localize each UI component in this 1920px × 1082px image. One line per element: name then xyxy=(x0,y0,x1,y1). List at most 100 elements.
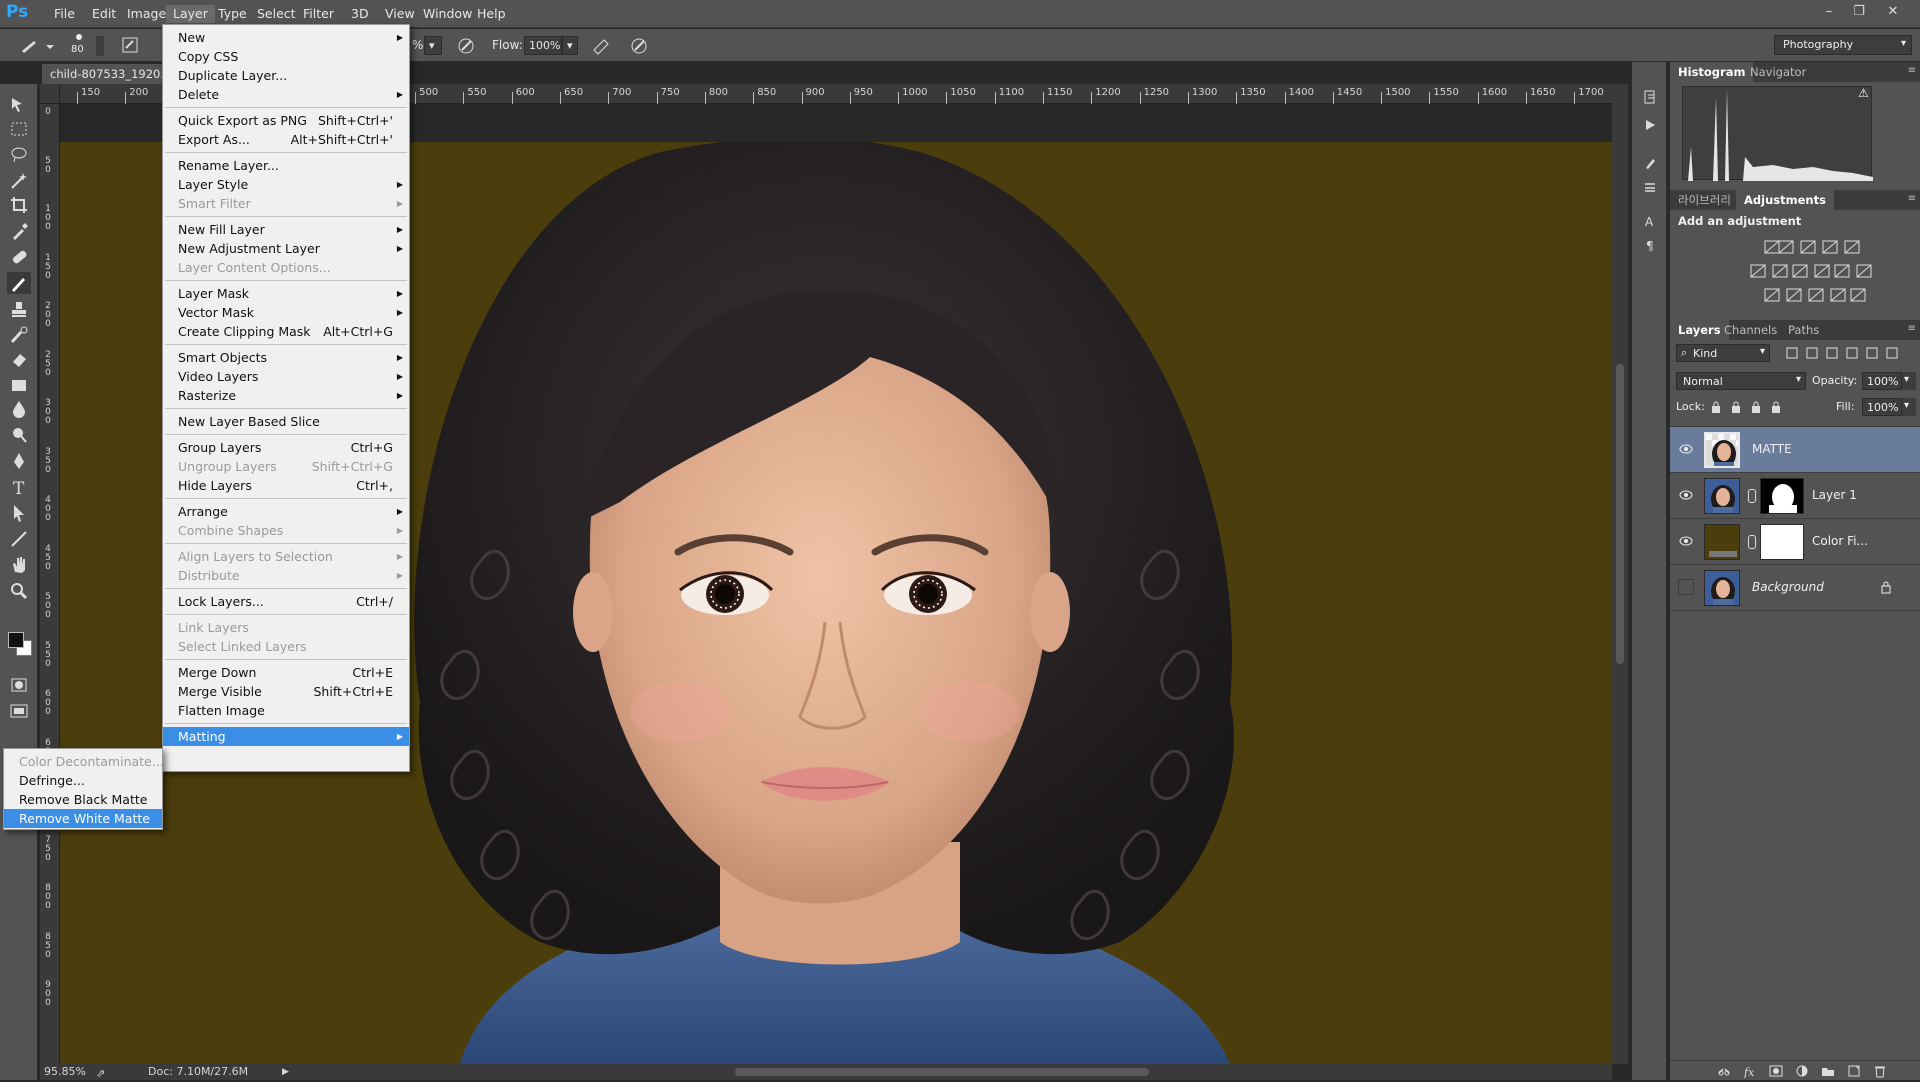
link-layers-icon[interactable] xyxy=(1714,1062,1734,1080)
type-filter-button[interactable] xyxy=(1822,344,1842,362)
menu-item-new-adjustment-layer[interactable]: New Adjustment Layer ▶ xyxy=(163,239,409,258)
healing-brush-tool[interactable] xyxy=(7,246,31,268)
tab-paths[interactable]: Paths xyxy=(1780,320,1827,340)
pressure-size-toggle[interactable] xyxy=(628,36,650,56)
visibility-toggle[interactable] xyxy=(1678,487,1694,503)
curves-adjustment-button[interactable] xyxy=(1798,238,1818,256)
ruler-origin[interactable] xyxy=(40,84,60,104)
line-tool[interactable] xyxy=(7,528,31,550)
tab-navigator[interactable]: Navigator xyxy=(1742,62,1814,82)
menu-type[interactable]: Type xyxy=(211,5,254,23)
menu-item-new[interactable]: New ▶ xyxy=(163,28,409,47)
filter-toggle-button[interactable] xyxy=(1882,344,1902,362)
menu-3d[interactable]: 3D xyxy=(344,5,376,23)
brush-panel-toggle[interactable] xyxy=(120,35,140,55)
document-tab[interactable]: child-807533_1920. xyxy=(42,64,162,84)
exposure-adjustment-button[interactable] xyxy=(1820,238,1840,256)
lock-position-button[interactable] xyxy=(1746,398,1766,416)
horizontal-scroll-thumb[interactable] xyxy=(735,1068,1149,1076)
hand-tool[interactable] xyxy=(7,554,31,576)
blur-tool[interactable] xyxy=(7,398,31,420)
smart-object-filter-button[interactable] xyxy=(1862,344,1882,362)
zoom-tool[interactable] xyxy=(7,580,31,602)
image-filter-button[interactable] xyxy=(1782,344,1802,362)
menu-item-quick-export-as-png[interactable]: Quick Export as PNG Shift+Ctrl+' xyxy=(163,111,409,130)
layer-name[interactable]: Color Fi... xyxy=(1812,534,1868,548)
balance-adjustment-button[interactable] xyxy=(1770,262,1790,280)
zoom-level[interactable]: 95.85% xyxy=(44,1064,86,1080)
menu-item-copy-css[interactable]: Copy CSS xyxy=(163,47,409,66)
layer-name[interactable]: Background xyxy=(1752,580,1824,594)
invert-adjustment-button[interactable] xyxy=(1762,286,1782,304)
menu-item-new-fill-layer[interactable]: New Fill Layer ▶ xyxy=(163,220,409,239)
menu-item-new-layer-based-slice[interactable]: New Layer Based Slice xyxy=(163,412,409,431)
color-swatches[interactable] xyxy=(4,624,34,656)
layer-name[interactable]: MATTE xyxy=(1752,442,1792,456)
posterize-adjustment-button[interactable] xyxy=(1784,286,1804,304)
document-size[interactable]: Doc: 7.10M/27.6M xyxy=(148,1064,248,1080)
flow-field[interactable]: 100% xyxy=(524,36,562,55)
history-icon[interactable] xyxy=(1640,88,1660,106)
clone-stamp-tool[interactable] xyxy=(7,298,31,320)
marquee-tool[interactable] xyxy=(7,118,31,140)
menu-item-defringe[interactable]: Defringe... xyxy=(4,771,162,790)
panel-menu-icon[interactable]: ≡ xyxy=(1908,65,1916,76)
panel-menu-icon[interactable]: ≡ xyxy=(1908,323,1916,334)
delete-layer-icon[interactable] xyxy=(1870,1062,1890,1080)
lock-transparent-button[interactable] xyxy=(1706,398,1726,416)
menu-layer[interactable]: Layer xyxy=(166,5,215,23)
history-brush-tool[interactable] xyxy=(7,324,31,346)
gradient-map-adjustment-button[interactable] xyxy=(1848,286,1868,304)
menu-item-hide-layers[interactable]: Hide Layers Ctrl+, xyxy=(163,476,409,495)
layer-row[interactable]: Layer 1 xyxy=(1670,473,1920,519)
workspace-switcher[interactable]: Photography ▾ xyxy=(1774,35,1912,55)
mask-link-icon[interactable] xyxy=(1748,489,1756,503)
dodge-tool[interactable] xyxy=(7,424,31,446)
brush-tool-tool[interactable] xyxy=(7,272,31,294)
close-window-button[interactable]: ✕ xyxy=(1880,2,1906,24)
flow-dropdown[interactable]: ▾ xyxy=(562,36,578,55)
tool-preset-picker[interactable] xyxy=(16,35,56,57)
menu-item-layer-style[interactable]: Layer Style ▶ xyxy=(163,175,409,194)
type-tool[interactable]: T xyxy=(7,476,31,498)
vertical-scroll-thumb[interactable] xyxy=(1616,364,1624,664)
menu-item-merge-down[interactable]: Merge Down Ctrl+E xyxy=(163,663,409,682)
layer-filter-kind[interactable]: ⌕ Kind ▾ xyxy=(1676,344,1770,362)
menu-item-export-as[interactable]: Export As... Alt+Shift+Ctrl+' xyxy=(163,130,409,149)
restore-button[interactable]: ❐ xyxy=(1846,2,1872,24)
lock-all-button[interactable] xyxy=(1766,398,1786,416)
panel-menu-icon[interactable]: ≡ xyxy=(1908,193,1916,204)
paragraph-icon[interactable]: ¶ xyxy=(1640,236,1660,254)
lasso-tool[interactable] xyxy=(7,144,31,166)
actions-play-icon[interactable] xyxy=(1640,116,1660,134)
warning-icon[interactable]: ⚠ xyxy=(1858,86,1869,100)
foreground-color[interactable] xyxy=(8,632,24,648)
new-group-icon[interactable] xyxy=(1818,1062,1838,1080)
chevron-down-icon[interactable]: ▾ xyxy=(1902,398,1916,416)
fill-field[interactable]: 100% xyxy=(1862,398,1902,416)
eyedropper-tool[interactable] xyxy=(7,220,31,242)
menu-item-duplicate-layer[interactable]: Duplicate Layer... xyxy=(163,66,409,85)
path-selection-tool[interactable] xyxy=(7,502,31,524)
mask-link-icon[interactable] xyxy=(1748,535,1756,549)
menu-item-lock-layers[interactable]: Lock Layers... Ctrl+/ xyxy=(163,592,409,611)
bw-adjustment-button[interactable] xyxy=(1790,262,1810,280)
menu-item-layer-mask[interactable]: Layer Mask ▶ xyxy=(163,284,409,303)
add-mask-icon[interactable] xyxy=(1766,1062,1786,1080)
menu-item-remove-white-matte[interactable]: Remove White Matte xyxy=(4,809,162,828)
menu-item-remove-black-matte[interactable]: Remove Black Matte xyxy=(4,790,162,809)
visibility-toggle[interactable] xyxy=(1678,533,1694,549)
menu-item-rename-layer[interactable]: Rename Layer... xyxy=(163,156,409,175)
magic-wand-tool[interactable] xyxy=(7,170,31,192)
brush-presets-icon[interactable] xyxy=(1640,154,1660,172)
chevron-down-icon[interactable]: ▾ xyxy=(1902,372,1916,390)
new-adjustment-icon[interactable] xyxy=(1792,1062,1812,1080)
menu-item-vector-mask[interactable]: Vector Mask ▶ xyxy=(163,303,409,322)
menu-select[interactable]: Select xyxy=(250,5,303,23)
menu-filter[interactable]: Filter xyxy=(296,5,341,23)
opacity-field[interactable]: 100% xyxy=(1862,372,1902,390)
menu-item-delete[interactable]: Delete ▶ xyxy=(163,85,409,104)
menu-file[interactable]: File xyxy=(47,5,82,23)
selective-color-adjustment-button[interactable] xyxy=(1828,286,1848,304)
menu-item-merge-visible[interactable]: Merge Visible Shift+Ctrl+E xyxy=(163,682,409,701)
